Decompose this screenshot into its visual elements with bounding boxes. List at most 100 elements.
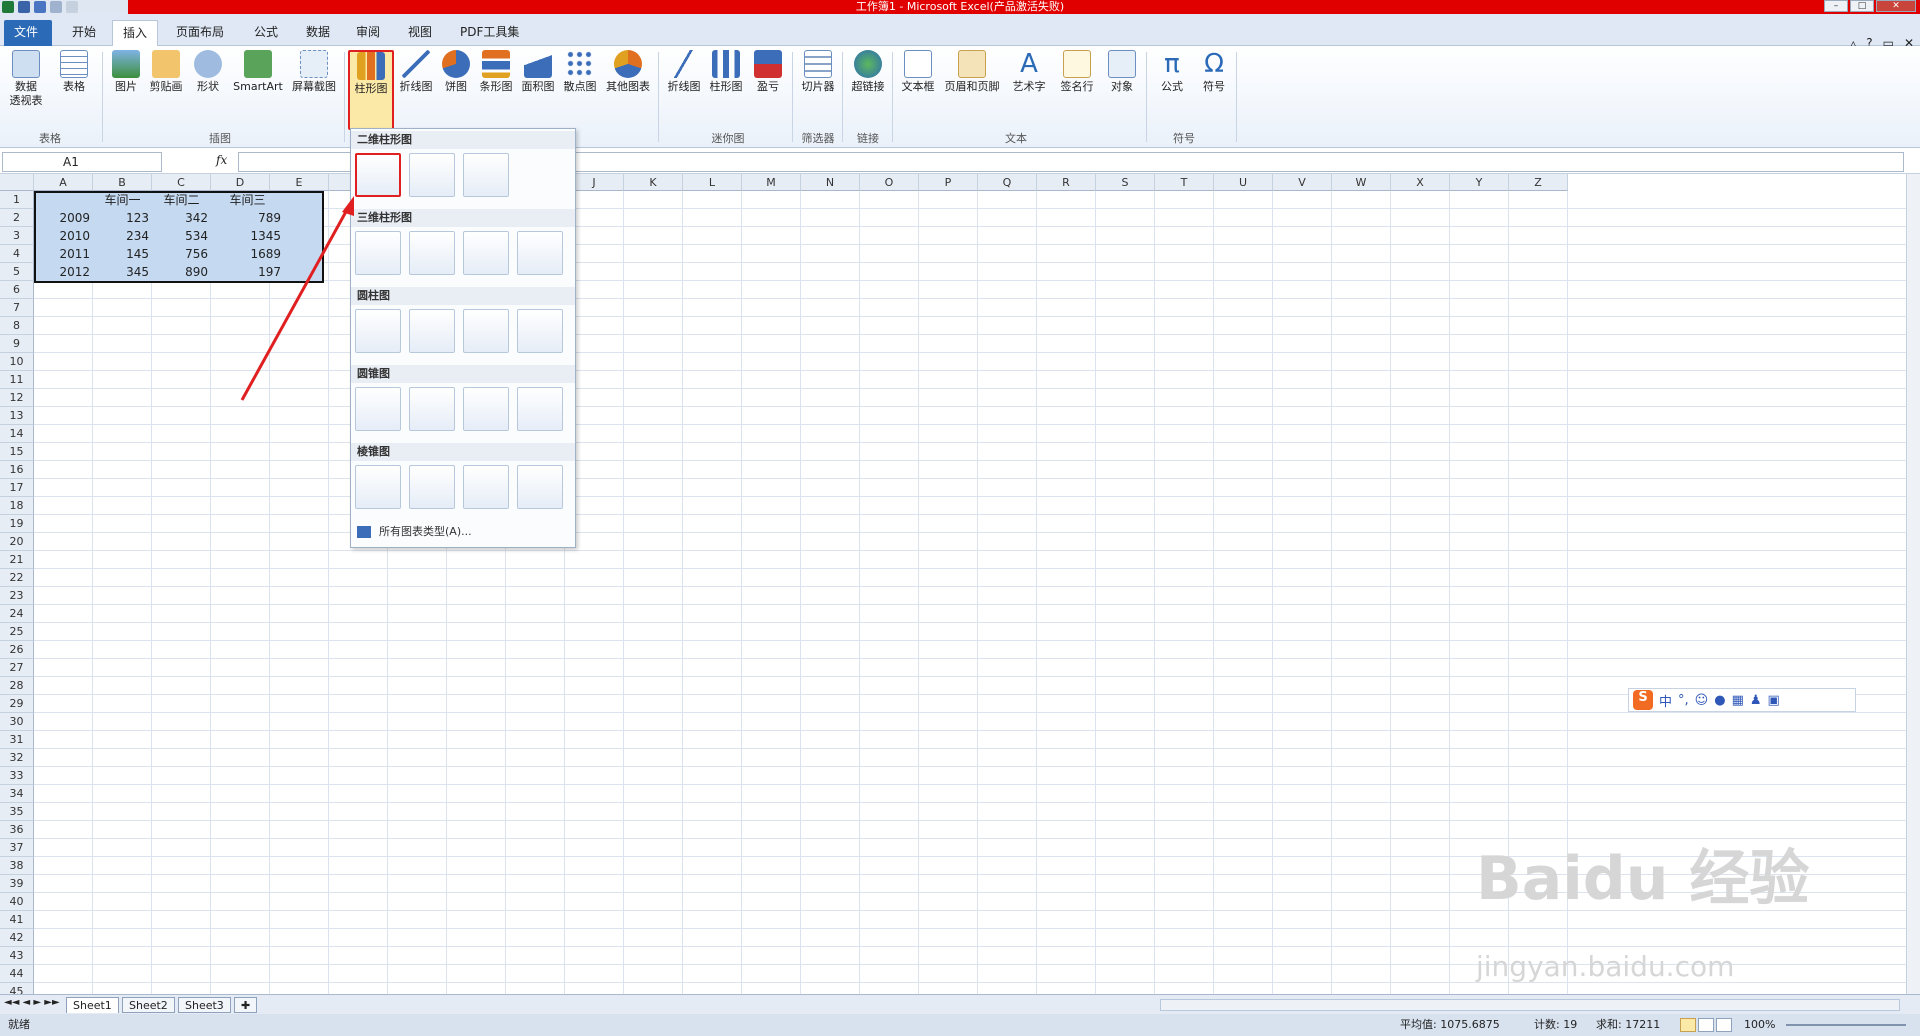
row-header[interactable]: 32 [0,749,34,767]
cone-option-3[interactable] [463,387,509,431]
all-chart-types-link[interactable]: 所有图表类型(A)... [357,523,472,539]
stacked-column-option[interactable] [409,153,455,197]
shapes-button[interactable]: 形状 [188,50,228,94]
sheet-tab-2[interactable]: Sheet2 [122,997,175,1013]
row-header[interactable]: 1 [0,191,34,209]
cone-option-2[interactable] [409,387,455,431]
table-cell[interactable]: 756 [152,245,211,263]
pyramid-option-3[interactable] [463,465,509,509]
column-header[interactable]: V [1273,174,1332,191]
row-header[interactable]: 41 [0,911,34,929]
column-header[interactable]: T [1155,174,1214,191]
equation-button[interactable]: π 公式 [1152,50,1192,94]
percent-stacked-column-option[interactable] [463,153,509,197]
tab-formulas[interactable]: 公式 [244,20,288,46]
column-header[interactable]: U [1214,174,1273,191]
row-header[interactable]: 36 [0,821,34,839]
row-header[interactable]: 2 [0,209,34,227]
3d-percent-column-option[interactable] [463,231,509,275]
row-header[interactable]: 12 [0,389,34,407]
column-header[interactable]: X [1391,174,1450,191]
bar-chart-button[interactable]: 条形图 [476,50,516,94]
tab-page-layout[interactable]: 页面布局 [166,20,234,46]
row-header[interactable]: 45 [0,983,34,994]
column-header[interactable]: Q [978,174,1037,191]
sheet-nav-arrows-icon[interactable]: ◄◄ ◄ ► ►► [4,997,60,1008]
sparkline-column-button[interactable]: 柱形图 [706,50,746,94]
row-header[interactable]: 21 [0,551,34,569]
column-header[interactable]: N [801,174,860,191]
vertical-scrollbar[interactable] [1906,174,1920,994]
row-header[interactable]: 6 [0,281,34,299]
page-break-view-icon[interactable] [1716,1018,1732,1032]
row-header[interactable]: 30 [0,713,34,731]
3d-stacked-column-option[interactable] [409,231,455,275]
new-sheet-icon[interactable]: ✚ [234,997,258,1013]
table-cell[interactable]: 2012 [34,263,93,281]
smartart-button[interactable]: SmartArt [232,50,284,94]
textbox-button[interactable]: 文本框 [898,50,938,94]
tab-pdf-tools[interactable]: PDF工具集 [450,20,529,46]
row-header[interactable]: 7 [0,299,34,317]
pyramid-option-4[interactable] [517,465,563,509]
fx-icon[interactable]: fx [216,153,227,167]
column-header[interactable]: E [270,174,329,191]
row-header[interactable]: 24 [0,605,34,623]
row-header[interactable]: 18 [0,497,34,515]
column-header[interactable]: B [93,174,152,191]
table-cell[interactable]: 345 [93,263,152,281]
column-chart-button[interactable]: 柱形图 [348,50,394,130]
row-header[interactable]: 27 [0,659,34,677]
row-header[interactable]: 25 [0,623,34,641]
pie-chart-button[interactable]: 饼图 [436,50,476,94]
tab-insert[interactable]: 插入 [112,20,159,46]
picture-button[interactable]: 图片 [106,50,146,94]
pyramid-option-1[interactable] [355,465,401,509]
tab-view[interactable]: 视图 [398,20,442,46]
column-header[interactable]: K [624,174,683,191]
row-header[interactable]: 34 [0,785,34,803]
row-header[interactable]: 4 [0,245,34,263]
object-button[interactable]: 对象 [1102,50,1142,94]
name-box[interactable]: A1 [2,152,162,172]
row-header[interactable]: 3 [0,227,34,245]
row-header[interactable]: 39 [0,875,34,893]
row-header[interactable]: 33 [0,767,34,785]
symbol-button[interactable]: Ω 符号 [1194,50,1234,94]
column-header[interactable]: Z [1509,174,1568,191]
column-header[interactable]: A [34,174,93,191]
page-layout-view-icon[interactable] [1698,1018,1714,1032]
tab-file[interactable]: 文件 [4,20,52,46]
row-header[interactable]: 22 [0,569,34,587]
zoom-slider[interactable] [1786,1024,1906,1026]
row-header[interactable]: 14 [0,425,34,443]
table-cell[interactable]: 234 [93,227,152,245]
row-header[interactable]: 31 [0,731,34,749]
3d-column-option[interactable] [517,231,563,275]
table-cell[interactable]: 2010 [34,227,93,245]
sparkline-line-button[interactable]: 折线图 [664,50,704,94]
cylinder-option-4[interactable] [517,309,563,353]
row-header[interactable]: 40 [0,893,34,911]
row-header[interactable]: 13 [0,407,34,425]
sheet-tab-3[interactable]: Sheet3 [178,997,231,1013]
row-header[interactable]: 20 [0,533,34,551]
ime-toolbar[interactable]: S 中 °, ☺ ● ▦ ♟ ▣ [1628,688,1856,712]
pyramid-option-2[interactable] [409,465,455,509]
row-header[interactable]: 5 [0,263,34,281]
row-header[interactable]: 37 [0,839,34,857]
normal-view-icon[interactable] [1680,1018,1696,1032]
row-header[interactable]: 17 [0,479,34,497]
table-cell[interactable]: 2011 [34,245,93,263]
table-cell[interactable]: 534 [152,227,211,245]
tab-home[interactable]: 开始 [62,20,106,46]
column-header[interactable]: D [211,174,270,191]
row-header[interactable]: 42 [0,929,34,947]
table-cell[interactable]: 145 [93,245,152,263]
table-cell[interactable]: 车间二 [152,191,211,209]
column-header[interactable]: P [919,174,978,191]
table-cell[interactable]: 890 [152,263,211,281]
cylinder-option-2[interactable] [409,309,455,353]
select-all-corner[interactable] [0,174,34,191]
table-button[interactable]: 表格 [54,50,94,94]
